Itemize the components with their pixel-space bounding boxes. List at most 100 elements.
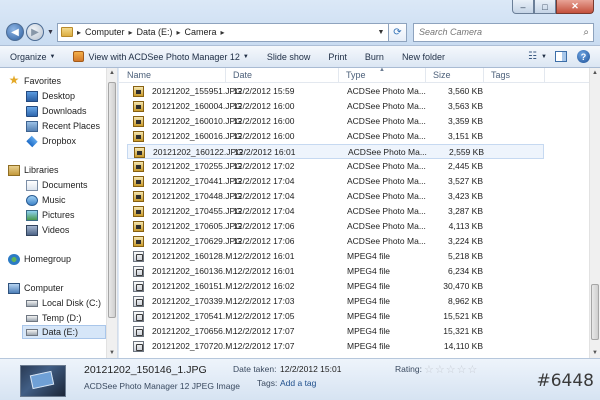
nav-local-disk-c[interactable]: Local Disk (C:) — [26, 296, 101, 310]
column-headers: Name Date Type ▲ Size Tags — [119, 67, 589, 83]
rating-stars[interactable]: ☆ ☆ ☆ ☆ ☆ — [424, 363, 478, 376]
music-icon — [26, 194, 38, 206]
nav-computer[interactable]: Computer — [8, 281, 64, 295]
column-header-tags[interactable]: Tags — [485, 68, 545, 83]
file-row[interactable]: 20121202_170720.M... 12/2/2012 17:07 MPEG4… — [127, 339, 544, 354]
file-row[interactable]: 20121202_170448.JPG 12/2/2012 17:04 ACDSee… — [127, 189, 544, 204]
jpeg-file-icon — [133, 221, 144, 232]
file-row[interactable]: 20121202_170629.JPG 12/2/2012 17:06 ACDSee… — [127, 234, 544, 249]
star-icon[interactable]: ☆ — [424, 363, 434, 376]
column-header-name[interactable]: Name — [121, 68, 226, 83]
documents-icon — [26, 179, 38, 191]
file-row[interactable]: 20121202_170541.M... 12/2/2012 17:05 MPEG4… — [127, 309, 544, 324]
scrollbar-thumb[interactable] — [591, 284, 599, 340]
column-header-date[interactable]: Date — [227, 68, 339, 83]
search-input[interactable] — [418, 27, 569, 37]
file-row[interactable]: 20121202_160016.JPG 12/2/2012 16:00 ACDSee… — [127, 129, 544, 144]
star-icon[interactable]: ☆ — [457, 363, 467, 376]
breadcrumb-separator-icon[interactable]: ▸ — [177, 28, 181, 37]
new-folder-button[interactable]: New folder — [402, 52, 445, 62]
chevron-down-icon[interactable]: ▼ — [541, 54, 547, 60]
date-taken-value[interactable]: 12/2/2012 15:01 — [280, 364, 341, 374]
burn-button[interactable]: Burn — [365, 52, 384, 62]
scroll-down-icon[interactable]: ▼ — [590, 348, 600, 358]
date-taken-label: Date taken: — [233, 364, 277, 374]
help-icon[interactable]: ? — [577, 50, 590, 63]
nav-downloads[interactable]: Downloads — [26, 104, 87, 118]
file-name: 20121202_160136.M... — [152, 266, 240, 276]
nav-libraries[interactable]: Libraries — [8, 163, 59, 177]
breadcrumb-separator-icon[interactable]: ▸ — [128, 28, 132, 37]
organize-button[interactable]: Organize ▼ — [10, 52, 55, 62]
file-row[interactable]: 20121202_160128.M... 12/2/2012 16:01 MPEG4… — [127, 249, 544, 264]
scroll-up-icon[interactable]: ▲ — [107, 68, 117, 78]
change-view-icon[interactable]: ☷ — [528, 51, 537, 62]
view-with-acdsee-button[interactable]: View with ACDSee Photo Manager 12 ▼ — [73, 51, 249, 62]
breadcrumb-separator-icon[interactable]: ▸ — [77, 28, 81, 37]
file-row[interactable]: 20121202_160010.JPG 12/2/2012 16:00 ACDSee… — [127, 114, 544, 129]
address-bar[interactable]: ▸ Computer ▸ Data (E:) ▸ Camera ▸ ▼ — [56, 22, 389, 42]
nav-recent-places[interactable]: Recent Places — [26, 119, 100, 133]
scroll-up-icon[interactable]: ▲ — [590, 68, 600, 78]
star-icon[interactable]: ☆ — [468, 363, 478, 376]
file-name: 20121202_170448.JPG — [152, 191, 242, 201]
file-row[interactable]: 20121202_160122.JPG 12/2/2012 16:01 ACDSee… — [127, 144, 544, 159]
star-icon[interactable]: ☆ — [446, 363, 456, 376]
close-button[interactable]: ✕ — [556, 0, 594, 14]
column-header-size[interactable]: Size — [427, 68, 484, 83]
nav-pictures[interactable]: Pictures — [26, 208, 75, 222]
scrollbar-thumb[interactable] — [108, 82, 116, 318]
details-pane: 20121202_150146_1.JPG ACDSee Photo Manag… — [0, 358, 600, 400]
title-bar: – □ ✕ ◀ ▶ ▼ ▸ Computer ▸ Data (E:) ▸ Cam… — [0, 0, 600, 46]
file-row[interactable]: 20121202_170255.JPG 12/2/2012 17:02 ACDSee… — [127, 159, 544, 174]
file-row[interactable]: 20121202_170441.JPG 12/2/2012 17:04 ACDSee… — [127, 174, 544, 189]
star-icon[interactable]: ☆ — [435, 363, 445, 376]
nav-favorites[interactable]: ★ Favorites — [8, 74, 61, 88]
file-row[interactable]: 20121202_160004.JPG 12/2/2012 16:00 ACDSee… — [127, 99, 544, 114]
add-tag-field[interactable]: Add a tag — [280, 378, 316, 388]
address-dropdown-icon[interactable]: ▼ — [374, 29, 388, 36]
file-name: 20121202_170720.M... — [152, 341, 240, 351]
minimize-button[interactable]: – — [512, 0, 534, 14]
nav-dropbox[interactable]: Dropbox — [26, 134, 76, 148]
file-size: 3,359 KB — [448, 116, 483, 126]
file-row[interactable]: 20121202_170656.M... 12/2/2012 17:07 MPEG4… — [127, 324, 544, 339]
jpeg-file-icon — [133, 86, 144, 97]
file-row[interactable]: 20121202_160151.M... 12/2/2012 16:02 MPEG4… — [127, 279, 544, 294]
file-row[interactable]: 20121202_170339.M... 12/2/2012 17:03 MPEG4… — [127, 294, 544, 309]
file-row[interactable]: 20121202_170605.JPG 12/2/2012 17:06 ACDSee… — [127, 219, 544, 234]
file-type: ACDSee Photo Ma... — [347, 101, 426, 111]
nav-temp-d[interactable]: Temp (D:) — [26, 311, 82, 325]
file-list-scrollbar[interactable]: ▲ ▼ — [589, 68, 600, 358]
scroll-down-icon[interactable]: ▼ — [107, 348, 117, 358]
breadcrumb-data-drive[interactable]: Data (E:) — [136, 27, 172, 37]
nav-homegroup[interactable]: Homegroup — [8, 252, 71, 266]
breadcrumb-computer[interactable]: Computer — [85, 27, 125, 37]
nav-documents[interactable]: Documents — [26, 178, 88, 192]
slide-show-button[interactable]: Slide show — [267, 52, 311, 62]
file-row[interactable]: 20121202_160136.M... 12/2/2012 16:01 MPEG4… — [127, 264, 544, 279]
breadcrumb-camera[interactable]: Camera — [185, 27, 217, 37]
nav-music[interactable]: Music — [26, 193, 66, 207]
nav-desktop[interactable]: Desktop — [26, 89, 75, 103]
nav-data-e[interactable]: Data (E:) — [22, 325, 106, 339]
file-row[interactable]: 20121202_155951.JPG 12/2/2012 15:59 ACDSee… — [127, 84, 544, 99]
search-icon[interactable]: ⌕ — [583, 27, 589, 38]
search-box[interactable]: ⌕ — [412, 22, 594, 42]
back-button[interactable]: ◀ — [6, 23, 24, 41]
nav-label: Temp (D:) — [42, 313, 82, 323]
maximize-button[interactable]: □ — [534, 0, 556, 14]
nav-videos[interactable]: Videos — [26, 223, 69, 237]
recent-pages-dropdown-icon[interactable]: ▼ — [47, 29, 54, 36]
file-date: 12/2/2012 16:00 — [233, 116, 295, 126]
file-row[interactable]: 20121202_170455.JPG 12/2/2012 17:04 ACDSee… — [127, 204, 544, 219]
file-name: 20121202_170656.M... — [152, 326, 240, 336]
file-name: 20121202_170605.JPG — [152, 221, 242, 231]
nav-scrollbar[interactable]: ▲ ▼ — [106, 68, 117, 358]
preview-pane-icon[interactable] — [555, 51, 567, 62]
breadcrumb-separator-icon[interactable]: ▸ — [221, 28, 225, 37]
print-button[interactable]: Print — [328, 52, 347, 62]
forward-button[interactable]: ▶ — [26, 23, 44, 41]
watermark-text: #6448 — [536, 371, 594, 391]
refresh-button[interactable]: ⟳ — [388, 22, 407, 42]
